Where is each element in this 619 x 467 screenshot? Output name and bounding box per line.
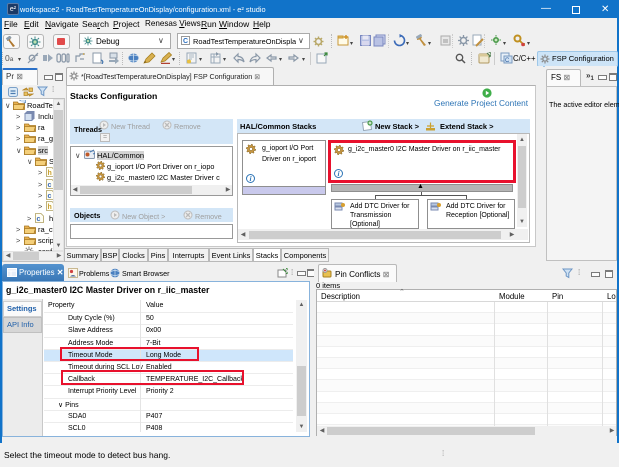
svg-text:c: c	[48, 193, 52, 200]
svg-text:c: c	[48, 182, 52, 189]
svg-text:c: c	[37, 216, 41, 223]
svg-text:h: h	[48, 204, 52, 211]
svg-text:h: h	[48, 170, 52, 177]
svg-text:C: C	[505, 58, 510, 64]
